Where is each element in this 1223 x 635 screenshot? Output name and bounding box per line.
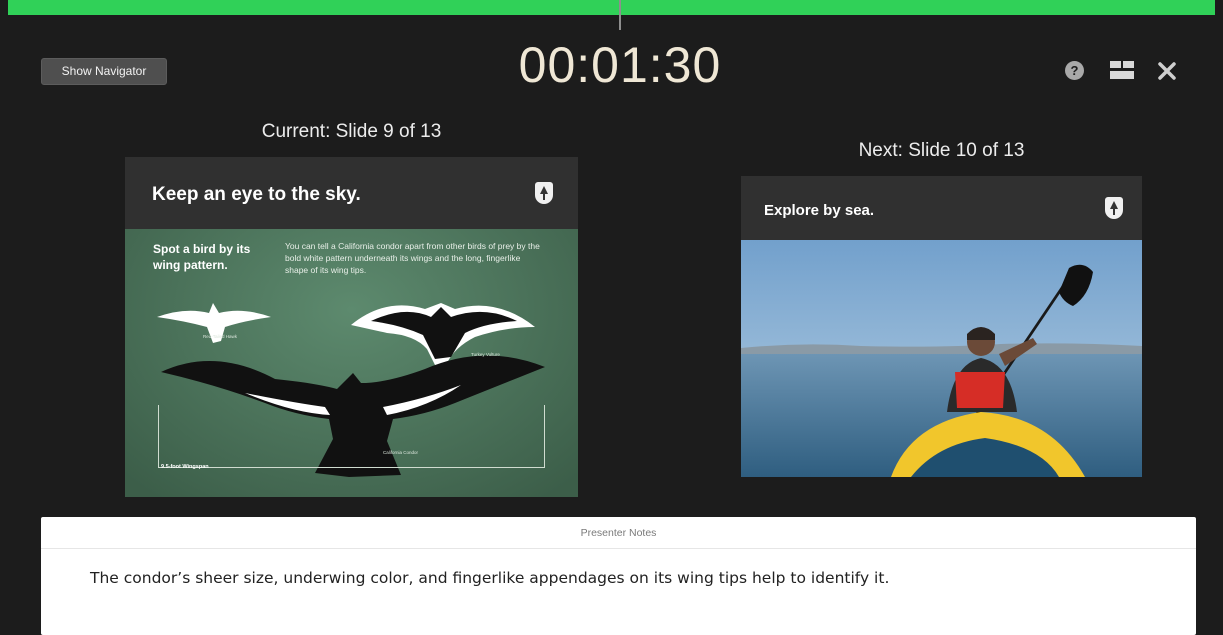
park-badge-icon (535, 182, 553, 204)
help-icon[interactable]: ? (1065, 61, 1084, 80)
vulture-caption: Turkey Vulture (471, 352, 500, 357)
wingspan-caption: 9.5-foot Wingspan (161, 464, 209, 470)
next-slide-label: Next: Slide 10 of 13 (858, 140, 1025, 161)
presenter-notes-panel[interactable]: Presenter Notes The condor’s sheer size,… (41, 517, 1196, 635)
park-badge-icon (1105, 197, 1123, 219)
next-slide-preview: Explore by sea. (741, 176, 1142, 477)
progress-bar (8, 0, 1215, 15)
current-slide-header: Keep an eye to the sky. (125, 157, 578, 229)
progress-marker (619, 0, 621, 30)
next-slide-header: Explore by sea. (741, 176, 1142, 240)
next-slide-title: Explore by sea. (764, 202, 875, 219)
slide-body-text: You can tell a California condor apart f… (285, 241, 540, 275)
layout-grid-icon[interactable] (1110, 61, 1134, 79)
current-slide-label: Current: Slide 9 of 13 (261, 121, 442, 142)
elapsed-timer: 00:01:30 (518, 37, 722, 93)
slide-heading: Spot a bird by its wing pattern. (153, 242, 251, 272)
presenter-notes-text[interactable]: The condor’s sheer size, underwing color… (90, 569, 1176, 587)
close-icon[interactable] (1155, 59, 1179, 83)
progress-fill (8, 0, 1215, 15)
hawk-caption: Red-Tailed Hawk (203, 334, 238, 339)
current-slide-title: Keep an eye to the sky. (152, 184, 361, 205)
presenter-notes-title: Presenter Notes (41, 517, 1196, 549)
wingspan-bracket (158, 405, 545, 468)
show-navigator-button[interactable]: Show Navigator (41, 58, 167, 85)
current-slide-preview: Keep an eye to the sky. Spot a bird by i… (125, 157, 578, 497)
